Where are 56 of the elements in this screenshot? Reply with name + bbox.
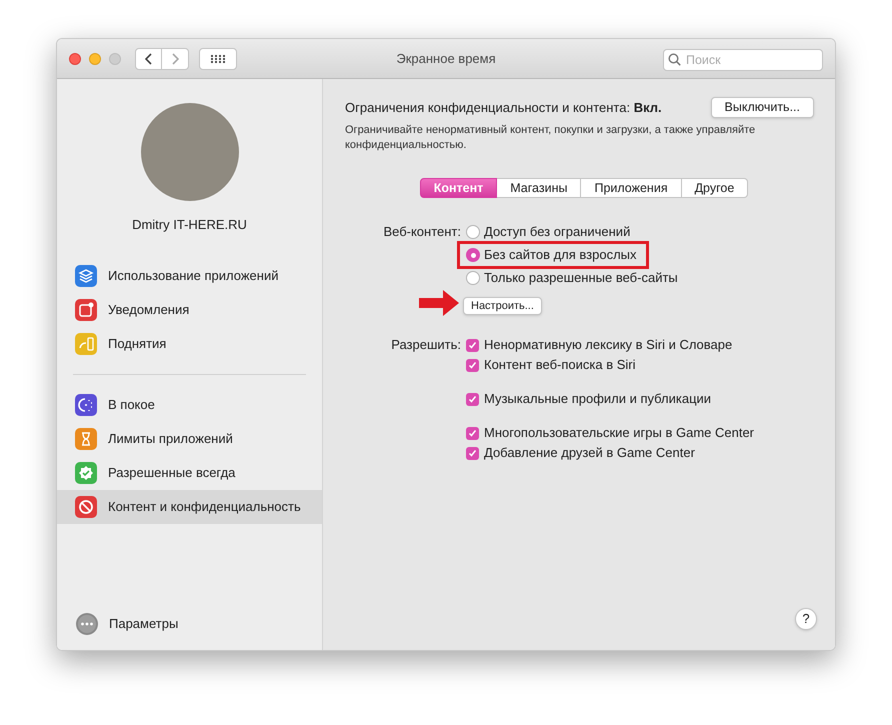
chevron-right-icon bbox=[171, 52, 179, 64]
tab[interactable]: Другое bbox=[682, 178, 748, 198]
sidebar-item[interactable]: Разрешенные всегда bbox=[57, 456, 322, 490]
configure-button[interactable]: Настроить... bbox=[463, 297, 542, 315]
radio-option[interactable]: Только разрешенные веб-сайты bbox=[466, 268, 678, 288]
checkbox[interactable] bbox=[466, 358, 479, 372]
sidebar-item[interactable]: Контент и конфиденциальность bbox=[57, 490, 322, 524]
sidebar-item[interactable]: Уведомления bbox=[57, 292, 322, 326]
checkbox-option[interactable]: Добавление друзей в Game Center bbox=[466, 443, 754, 463]
tab[interactable]: Магазины bbox=[497, 178, 582, 198]
checkmark-icon bbox=[468, 428, 477, 438]
restrictions-status: Ограничения конфиденциальности и контента: Вкл. bbox=[345, 98, 662, 117]
radio-button[interactable] bbox=[466, 248, 480, 262]
checkbox-option[interactable]: Многопользовательские игры в Game Center bbox=[466, 423, 754, 443]
back-button[interactable] bbox=[135, 48, 162, 70]
options-item[interactable]: Параметры bbox=[57, 612, 322, 636]
radio-option[interactable]: Доступ без ограничений bbox=[466, 222, 630, 242]
checkmark-icon bbox=[468, 340, 477, 350]
turn-off-button[interactable]: Выключить... bbox=[710, 97, 814, 118]
check-badge-icon bbox=[75, 462, 97, 484]
checkmark-icon bbox=[468, 360, 477, 370]
more-icon bbox=[75, 612, 99, 636]
radio-option[interactable]: Без сайтов для взрослых bbox=[466, 245, 637, 265]
sidebar-item[interactable]: Поднятия bbox=[57, 326, 322, 360]
search-icon bbox=[668, 52, 681, 66]
description-text: Ограничивайте ненормативный контент, покупки и загрузки, а также управляйте конфиденциальностью. bbox=[345, 123, 756, 153]
chevron-left-icon bbox=[144, 52, 152, 64]
show-all-button[interactable] bbox=[199, 48, 237, 70]
search-field[interactable]: Поиск bbox=[663, 48, 823, 70]
checkmark-icon bbox=[468, 448, 477, 458]
checkbox-option[interactable]: Ненормативную лексику в Siri и Словаре bbox=[466, 335, 754, 355]
sidebar-item[interactable]: В покое bbox=[57, 388, 322, 422]
close-button[interactable] bbox=[69, 52, 81, 64]
radio-button[interactable] bbox=[466, 225, 480, 239]
checkbox-option[interactable]: Контент веб-поиска в Siri bbox=[466, 355, 754, 375]
grid-icon bbox=[210, 54, 226, 64]
window-title: Экранное время bbox=[396, 50, 496, 68]
checkbox-option[interactable]: Музыкальные профили и публикации bbox=[466, 389, 754, 409]
help-button[interactable]: ? bbox=[795, 608, 817, 630]
checkbox[interactable] bbox=[466, 446, 479, 460]
layers-icon bbox=[75, 264, 97, 286]
hourglass-icon bbox=[75, 428, 97, 450]
sidebar-item[interactable]: Использование приложений bbox=[57, 258, 322, 292]
sidebar-item[interactable]: Лимиты приложений bbox=[57, 422, 322, 456]
no-entry-icon bbox=[75, 496, 97, 518]
web-content-label: Веб-контент: bbox=[382, 223, 462, 241]
allow-label: Разрешить: bbox=[390, 336, 462, 354]
checkbox[interactable] bbox=[466, 338, 479, 352]
checkbox[interactable] bbox=[466, 392, 479, 406]
notification-icon bbox=[75, 298, 97, 320]
checkmark-icon bbox=[468, 394, 477, 404]
user-name: Dmitry IT-HERE.RU bbox=[132, 216, 247, 234]
radio-button[interactable] bbox=[466, 271, 480, 285]
tab[interactable]: Приложения bbox=[581, 178, 682, 198]
checkbox[interactable] bbox=[466, 426, 479, 440]
moon-clock-icon bbox=[75, 394, 97, 416]
